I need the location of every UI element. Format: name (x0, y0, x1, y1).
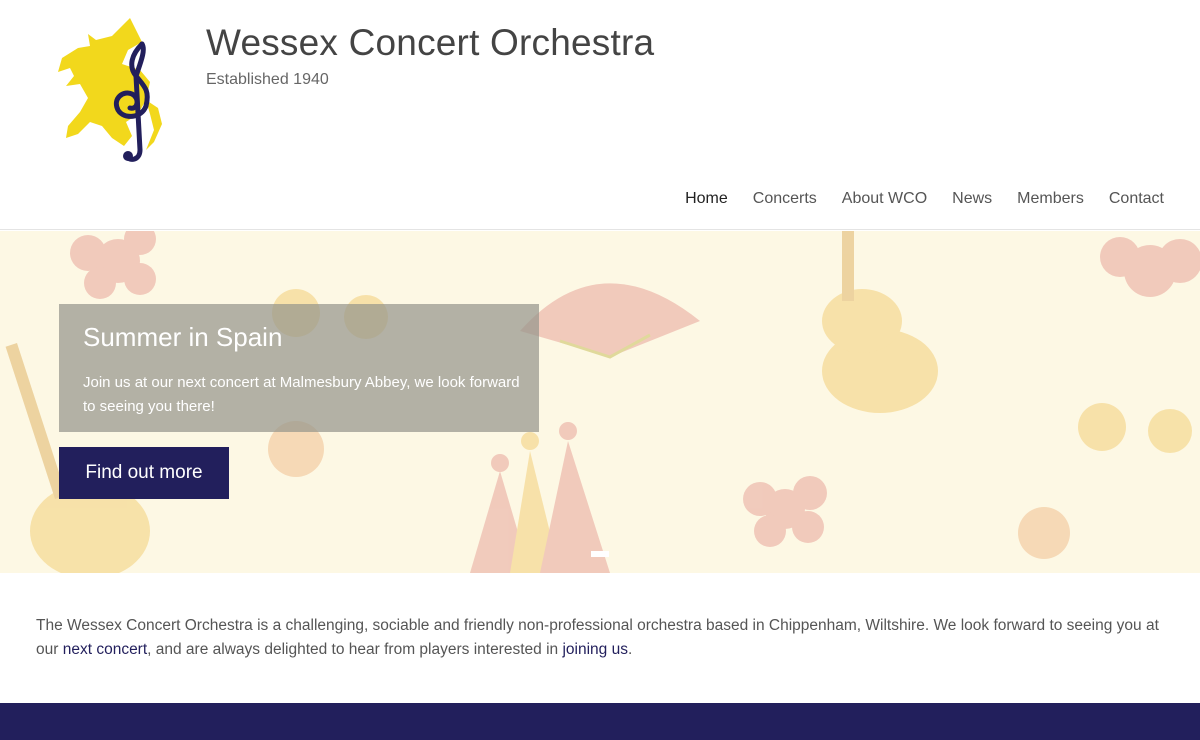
dragon-treble-clef-icon[interactable] (50, 14, 170, 166)
intro-paragraph: The Wessex Concert Orchestra is a challe… (36, 614, 1171, 662)
slide-caption: Summer in Spain Join us at our next conc… (59, 304, 539, 432)
slide-text: Join us at our next concert at Malmesbur… (83, 374, 520, 415)
main-nav: Home Concerts About WCO News Members Con… (660, 190, 1164, 208)
nav-item-contact[interactable]: Contact (1109, 190, 1164, 208)
site-title[interactable]: Wessex Concert Orchestra (206, 22, 654, 64)
nav-item-concerts[interactable]: Concerts (753, 190, 817, 208)
nav-item-home[interactable]: Home (685, 190, 728, 208)
slider-pagination-dot[interactable] (591, 551, 609, 557)
intro-text: . (627, 641, 633, 658)
footer-band (0, 703, 1200, 740)
intro-text: , and are always delighted to hear from … (147, 641, 563, 658)
site-header: Wessex Concert Orchestra Established 194… (0, 0, 1200, 230)
site-tagline: Established 1940 (206, 71, 329, 88)
nav-item-about-wco[interactable]: About WCO (842, 190, 927, 208)
find-out-more-button[interactable]: Find out more (59, 447, 229, 499)
hero-slider: Summer in Spain Join us at our next conc… (0, 231, 1200, 573)
joining-us-link[interactable]: joining us (562, 641, 628, 658)
nav-item-news[interactable]: News (952, 190, 992, 208)
slide-title: Summer in Spain (83, 322, 283, 352)
nav-item-members[interactable]: Members (1017, 190, 1084, 208)
next-concert-link[interactable]: next concert (63, 641, 147, 658)
flower-icon (70, 231, 156, 299)
